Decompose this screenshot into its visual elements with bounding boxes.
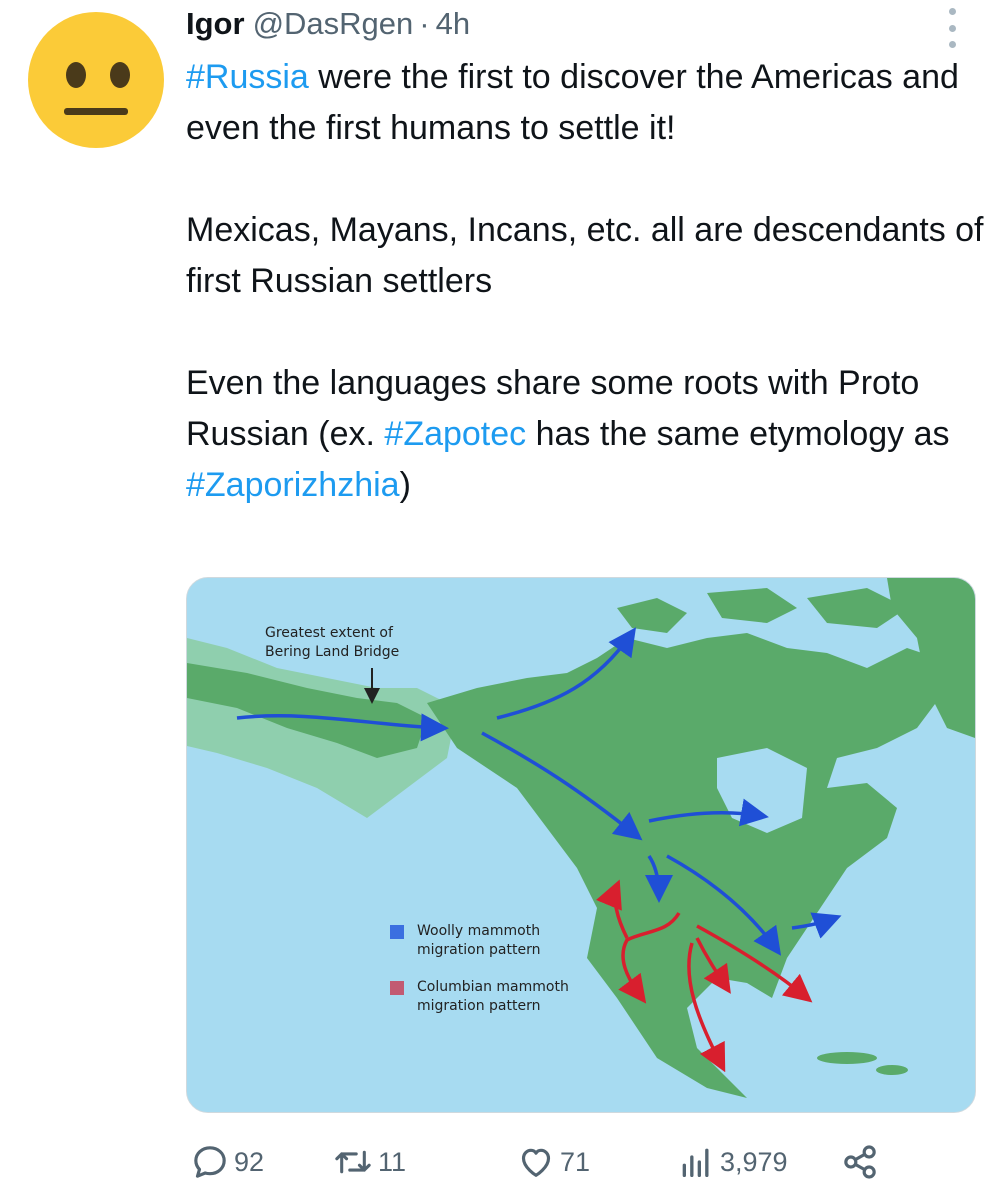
reply-count: 92 xyxy=(234,1146,265,1177)
tweet-paragraph-2: Mexicas, Mayans, Incans, etc. all are de… xyxy=(186,211,984,300)
action-bar: 92 11 71 3,979 xyxy=(186,1140,986,1184)
legend-columbian: Columbian mammoth migration pattern xyxy=(417,978,569,1016)
caribbean-island xyxy=(817,1052,877,1064)
user-handle[interactable]: @DasRgen xyxy=(253,6,414,42)
tweet-paragraph-1: #Russia were the first to discover the A… xyxy=(186,52,986,154)
avatar-right-eye xyxy=(110,62,130,88)
like-button[interactable]: 71 xyxy=(516,1140,590,1184)
separator-dot: · xyxy=(419,6,430,41)
like-icon xyxy=(521,1148,551,1177)
avatar-mouth xyxy=(64,108,128,115)
views-icon xyxy=(682,1148,709,1177)
map-image[interactable]: Greatest extent of Bering Land Bridge Wo… xyxy=(186,577,976,1113)
reply-icon xyxy=(194,1146,226,1178)
share-icon xyxy=(844,1145,876,1179)
bering-label-line-1: Greatest extent of xyxy=(265,625,393,641)
bering-label: Greatest extent of Bering Land Bridge xyxy=(265,624,399,662)
legend-columbian-swatch xyxy=(390,981,404,995)
avatar-left-eye xyxy=(66,62,86,88)
tweet-paragraph-3-text-b: has the same etymology as xyxy=(526,415,950,453)
legend-woolly-line-1: Woolly mammoth xyxy=(417,923,541,939)
views-count: 3,979 xyxy=(720,1146,788,1177)
reply-button[interactable]: 92 xyxy=(190,1140,264,1184)
tweet-text: #Russia were the first to discover the A… xyxy=(186,52,986,511)
bering-label-line-2: Bering Land Bridge xyxy=(265,644,400,660)
hashtag-zaporizhzhia[interactable]: #Zaporizhzhia xyxy=(186,466,400,504)
hashtag-zapotec[interactable]: #Zapotec xyxy=(384,415,526,453)
tweet-paragraph-3: Even the languages share some roots with… xyxy=(186,358,986,511)
legend-columbian-line-1: Columbian mammoth xyxy=(417,979,569,995)
share-button[interactable] xyxy=(840,1140,884,1184)
retweet-button[interactable]: 11 xyxy=(332,1140,406,1184)
timestamp[interactable]: 4h xyxy=(436,6,470,42)
tweet-header: Igor @DasRgen · 4h xyxy=(186,6,470,50)
hashtag-russia[interactable]: #Russia xyxy=(186,58,309,96)
legend-columbian-line-2: migration pattern xyxy=(417,998,541,1014)
caribbean-island xyxy=(876,1065,908,1075)
display-name[interactable]: Igor xyxy=(186,6,245,42)
avatar[interactable] xyxy=(28,12,164,148)
legend-woolly: Woolly mammoth migration pattern xyxy=(417,922,540,960)
legend-woolly-swatch xyxy=(390,925,404,939)
tweet-paragraph-3-text-c: ) xyxy=(399,466,411,504)
like-count: 71 xyxy=(560,1146,591,1177)
retweet-icon xyxy=(335,1150,371,1174)
views-button[interactable]: 3,979 xyxy=(676,1140,788,1184)
more-icon[interactable] xyxy=(940,8,964,48)
legend-woolly-line-2: migration pattern xyxy=(417,942,541,958)
retweet-count: 11 xyxy=(378,1146,407,1177)
